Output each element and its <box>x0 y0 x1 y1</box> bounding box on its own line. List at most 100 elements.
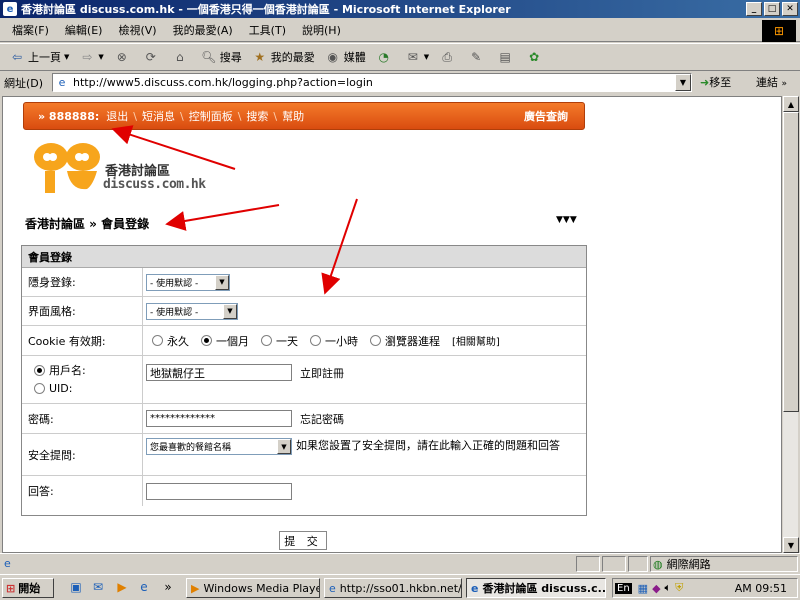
submit-button[interactable]: 提 交 <box>279 531 327 550</box>
scroll-up-icon[interactable]: ▲ <box>783 96 799 112</box>
cookie-row: Cookie 有效期: 永久 一個月 一天 一小時 瀏覽器進程 [相關幫助] <box>22 326 586 356</box>
invisible-login-select[interactable]: - 使用默認 - ▼ <box>146 273 230 291</box>
nav-search[interactable]: 搜索 <box>246 108 268 124</box>
password-row: 密碼: ************* 忘記密碼 <box>22 404 586 434</box>
mail-button[interactable]: ✉ ▼ <box>400 46 434 68</box>
ie-task-icon: e <box>329 581 336 595</box>
back-button[interactable]: ⇦ 上一頁 ▼ <box>4 46 74 68</box>
radio-selected-icon <box>201 335 212 346</box>
forgot-password-link[interactable]: 忘記密碼 <box>300 411 344 427</box>
chevron-down-icon: ▼ <box>277 439 291 454</box>
security-question-select[interactable]: 您最喜歡的餐館名稱 ▼ <box>146 438 292 455</box>
system-tray: En ▦ ◆ 🔈︎ ⛨ AM 09:51 <box>612 578 798 598</box>
chevron-down-icon: ▼ <box>215 274 229 290</box>
answer-label: 回答: <box>28 485 54 498</box>
password-input[interactable]: ************* <box>146 410 292 427</box>
nav-control-panel[interactable]: 控制面板 <box>189 108 233 124</box>
cookie-option-hour[interactable]: 一小時 <box>310 333 358 349</box>
search-button[interactable]: 🔍︎ 搜尋 <box>196 46 247 68</box>
scroll-thumb[interactable] <box>783 112 799 412</box>
style-select[interactable]: - 使用默認 - ▼ <box>146 302 238 320</box>
cookie-help-link[interactable]: [相關幫助] <box>452 333 500 348</box>
quicklaunch-more-icon[interactable]: » <box>160 579 176 595</box>
vertical-scrollbar[interactable]: ▲ ▼ <box>782 96 799 553</box>
nav-help[interactable]: 幫助 <box>282 108 304 124</box>
radio-icon <box>310 335 321 346</box>
answer-input[interactable] <box>146 482 292 500</box>
menu-view[interactable]: 檢視(V) <box>110 22 164 38</box>
register-link[interactable]: 立即註冊 <box>300 365 344 381</box>
address-label: 網址(D) <box>4 77 44 90</box>
username-radio-option[interactable]: 用戶名: <box>34 362 86 378</box>
tray-shield-icon[interactable]: ⛨ <box>675 581 683 595</box>
stop-button[interactable]: ⊗ <box>109 46 138 68</box>
nav-ad-inquiry[interactable]: 廣告查詢 <box>524 108 568 124</box>
quicklaunch-ie-icon[interactable]: e <box>136 579 152 595</box>
mail-icon: ✉ <box>407 50 418 64</box>
refresh-button[interactable]: ⟳ <box>138 46 167 68</box>
edit-button[interactable]: ✎ <box>463 46 492 68</box>
media-button[interactable]: ◉ 媒體 <box>320 46 371 68</box>
language-indicator[interactable]: En <box>615 582 632 594</box>
cookie-option-forever[interactable]: 永久 <box>152 333 189 349</box>
style-row: 界面風格: - 使用默認 - ▼ <box>22 297 586 326</box>
address-input[interactable]: e http://www5.discuss.com.hk/logging.php… <box>52 73 692 92</box>
start-button[interactable]: ⊞ 開始 <box>2 578 54 598</box>
username-input[interactable]: 地獄靚仔王 <box>146 364 292 381</box>
cookie-label: Cookie 有效期: <box>28 334 106 348</box>
tray-app-icon[interactable]: ◆ <box>652 582 660 595</box>
task-discuss[interactable]: e 香港討論區 discuss.c... <box>466 578 606 598</box>
login-form: 會員登錄 隱身登錄: - 使用默認 - ▼ 界面風格: - 使用默認 - ▼ C… <box>21 245 587 516</box>
nav-messages[interactable]: 短消息 <box>142 108 175 124</box>
radio-selected-icon <box>34 364 45 376</box>
menu-edit[interactable]: 編輯(E) <box>57 22 111 38</box>
security-question-label: 安全提問: <box>28 448 76 462</box>
quicklaunch-desktop-icon[interactable]: ▣ <box>68 579 84 595</box>
media-player-icon: ▶ <box>191 581 200 595</box>
uid-radio-option[interactable]: UID: <box>34 382 72 395</box>
go-button[interactable]: ➜移至 <box>700 74 731 90</box>
breadcrumb: 香港討論區 » 會員登錄 <box>25 217 150 231</box>
quicklaunch-outlook-icon[interactable]: ✉ <box>90 579 106 595</box>
task-media-player[interactable]: ▶ Windows Media Player <box>186 578 320 598</box>
discuss-button[interactable]: ▤ <box>492 46 521 68</box>
tray-volume-icon[interactable]: 🔈︎ <box>665 581 672 595</box>
menu-help[interactable]: 說明(H) <box>294 22 349 38</box>
zone-pane: ◍ 網際網路 <box>650 556 798 572</box>
links-button[interactable]: 連結 » <box>756 74 787 90</box>
history-button[interactable]: ◔ <box>371 46 400 68</box>
page-icon: e <box>58 75 66 89</box>
menu-tools[interactable]: 工具(T) <box>241 22 294 38</box>
tray-clock[interactable]: AM 09:51 <box>735 582 787 595</box>
scroll-down-icon[interactable]: ▼ <box>783 537 799 553</box>
security-question-hint: 如果您設置了安全提問，請在此輸入正確的問題和回答 <box>296 439 560 452</box>
task-hkbn[interactable]: e http://sso01.hkbn.net/... <box>324 578 462 598</box>
windows-flag-icon: ⊞ <box>6 581 16 595</box>
breadcrumb-arrows-icon[interactable]: ▼▼▼ <box>556 215 577 225</box>
cookie-option-day[interactable]: 一天 <box>261 333 298 349</box>
site-navbar: » 888888: 退出 \ 短消息 \ 控制面板 \ 搜索 \ 幫助 廣告查詢 <box>23 102 585 130</box>
address-dropdown-icon[interactable]: ▼ <box>675 74 691 91</box>
cookie-option-browser[interactable]: 瀏覽器進程 <box>370 333 440 349</box>
refresh-icon: ⟳ <box>145 50 156 64</box>
media-icon: ◉ <box>327 50 339 64</box>
nav-logout[interactable]: 退出 <box>106 108 128 124</box>
favorites-icon: ★ <box>254 50 266 64</box>
cookie-option-month[interactable]: 一個月 <box>201 333 249 349</box>
quicklaunch-media-icon[interactable]: ▶ <box>114 579 130 595</box>
menu-file[interactable]: 檔案(F) <box>4 22 57 38</box>
favorites-button[interactable]: ★ 我的最愛 <box>247 46 320 68</box>
maximize-button[interactable]: □ <box>764 2 780 16</box>
close-button[interactable]: ✕ <box>782 2 798 16</box>
home-button[interactable]: ⌂ <box>167 46 196 68</box>
messenger-button[interactable]: ✿ <box>521 46 550 68</box>
menu-favorites[interactable]: 我的最愛(A) <box>165 22 241 38</box>
forward-button[interactable]: ⇨ ▼ <box>74 46 108 68</box>
login-form-header: 會員登錄 <box>22 246 586 268</box>
globe-icon: ◍ <box>653 557 663 571</box>
nav-username: » 888888: <box>38 109 100 123</box>
minimize-button[interactable]: _ <box>746 2 762 16</box>
print-button[interactable]: ⎙ <box>434 46 463 68</box>
forward-arrow-icon: ⇨ <box>82 50 93 64</box>
tray-network-icon[interactable]: ▦ <box>638 582 648 595</box>
